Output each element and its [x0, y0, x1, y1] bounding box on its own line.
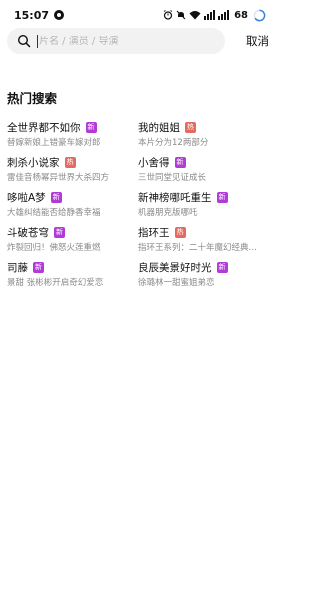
hot-item-title: 小舍得: [138, 157, 170, 169]
hot-search-title: 热门搜索: [7, 91, 58, 106]
hot-search-item[interactable]: 全世界都不如你 新 替嫁新娘上错豪车嫁对郎: [7, 120, 138, 148]
search-bar: 取消: [7, 28, 269, 54]
text-cursor: [37, 34, 38, 48]
new-badge: 新: [216, 192, 228, 203]
hot-item-title: 全世界都不如你: [7, 122, 81, 134]
mute-icon: [176, 10, 186, 20]
hot-search-list: 全世界都不如你 新 替嫁新娘上错豪车嫁对郎 我的姐姐 热 本片分为12两部分 刺…: [7, 120, 269, 288]
hot-item-subtitle: 三世同堂见证成长: [138, 173, 207, 183]
hot-item-subtitle: 本片分为12两部分: [138, 138, 209, 148]
hot-badge: 热: [174, 227, 186, 238]
battery-ring-icon: [253, 9, 266, 21]
hot-item-title: 斗破苍穹: [7, 227, 49, 239]
hot-search-item[interactable]: 刺杀小说家 热 雷佳音杨幂异世界大杀四方: [7, 155, 138, 183]
hot-item-title: 刺杀小说家: [7, 157, 60, 169]
hot-item-subtitle: 替嫁新娘上错豪车嫁对郎: [7, 138, 101, 148]
hot-item-subtitle: 指环王系列：二十年魔幻经典，…: [138, 243, 264, 253]
notification-icon: [54, 10, 65, 20]
new-badge: 新: [54, 227, 65, 238]
hot-item-subtitle: 雷佳音杨幂异世界大杀四方: [7, 173, 110, 183]
wifi-icon: [189, 11, 201, 20]
hot-item-subtitle: 徐璐林一甜蜜姐弟恋: [138, 278, 215, 288]
status-time: 15:07: [14, 8, 50, 22]
hot-search-item[interactable]: 良辰美景好时光 新 徐璐林一甜蜜姐弟恋: [138, 260, 269, 288]
hot-search-item[interactable]: 新神榜哪吒重生 新 机器朋克版哪吒: [138, 190, 269, 218]
hot-item-title: 司藤: [7, 262, 28, 274]
alarm-icon: [163, 10, 173, 20]
hot-badge: 热: [185, 122, 196, 133]
hot-item-title: 我的姐姐: [138, 122, 180, 134]
hot-item-subtitle: 机器朋克版哪吒: [138, 208, 198, 218]
hot-item-title: 指环王: [138, 227, 170, 239]
hot-search-item[interactable]: 哆啦A梦 新 大雄纠结能否给静香幸福: [7, 190, 138, 218]
new-badge: 新: [216, 262, 228, 273]
hot-item-subtitle: 大雄纠结能否给静香幸福: [7, 208, 101, 218]
search-icon: [17, 34, 31, 48]
hot-search-item[interactable]: 小舍得 新 三世同堂见证成长: [138, 155, 269, 183]
search-field[interactable]: [7, 28, 225, 54]
hot-item-subtitle: 炸裂回归！佛怒火莲重燃: [7, 243, 101, 253]
hot-item-title: 哆啦A梦: [7, 192, 46, 204]
new-badge: 新: [174, 157, 186, 168]
hot-item-title: 良辰美景好时光: [138, 262, 212, 274]
status-bar: 15:07 68: [0, 0, 276, 30]
hot-search-item[interactable]: 斗破苍穹 新 炸裂回归！佛怒火莲重燃: [7, 225, 138, 253]
signal-icon-1: [204, 10, 216, 20]
hot-search-item[interactable]: 指环王 热 指环王系列：二十年魔幻经典，…: [138, 225, 269, 253]
battery-level: 68: [234, 9, 248, 21]
hot-search-item[interactable]: 司藤 新 景甜 张彬彬开启奇幻爱恋: [7, 260, 138, 288]
hot-item-title: 新神榜哪吒重生: [138, 192, 212, 204]
new-badge: 新: [33, 262, 44, 273]
signal-icon-2: [218, 10, 230, 20]
new-badge: 新: [85, 122, 97, 133]
search-input[interactable]: [39, 35, 209, 47]
cancel-button[interactable]: 取消: [246, 33, 269, 49]
status-icons: 68: [163, 9, 266, 22]
hot-search-item[interactable]: 我的姐姐 热 本片分为12两部分: [138, 120, 269, 148]
new-badge: 新: [50, 192, 62, 203]
hot-item-subtitle: 景甜 张彬彬开启奇幻爱恋: [7, 278, 104, 288]
hot-badge: 热: [64, 157, 76, 168]
